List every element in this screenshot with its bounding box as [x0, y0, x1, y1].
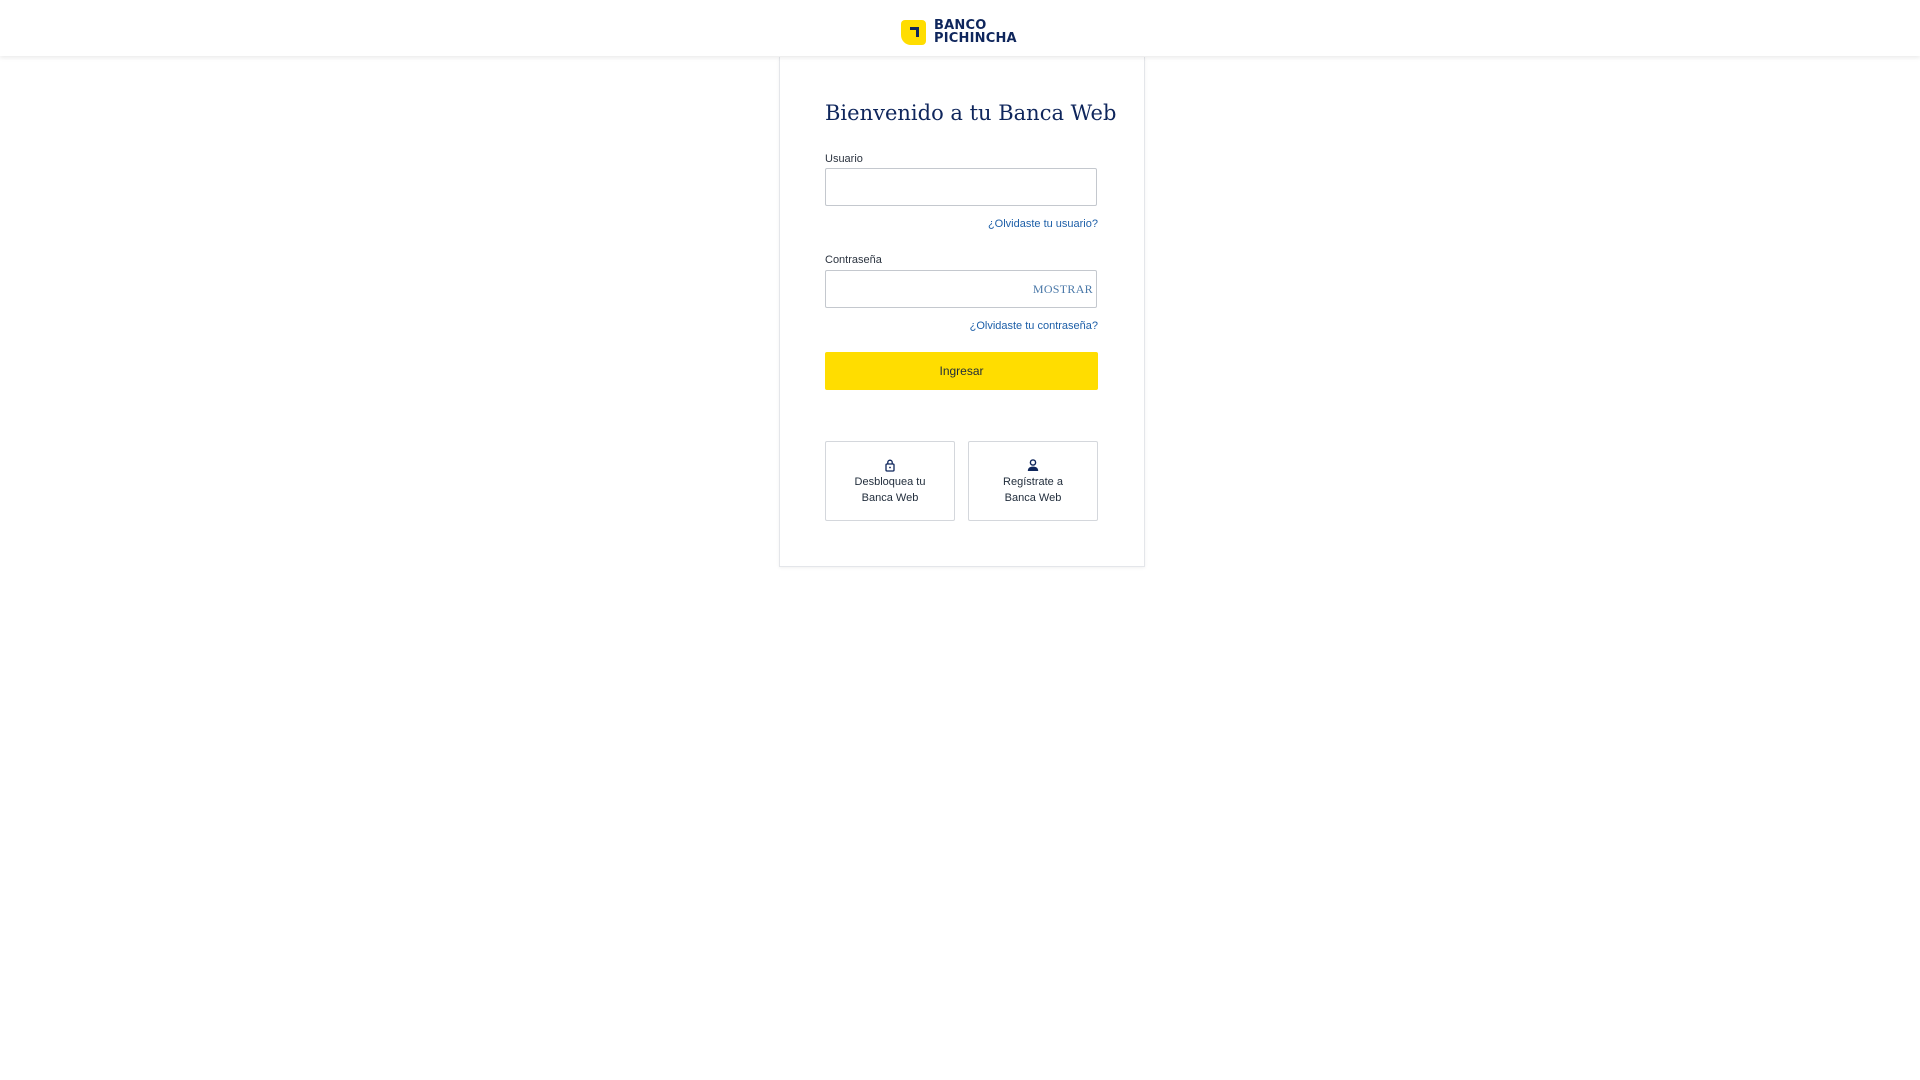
lock-icon — [885, 459, 895, 472]
forgot-password-link[interactable]: ¿Olvidaste tu contraseña? — [970, 320, 1098, 332]
forgot-username-link[interactable]: ¿Olvidaste tu usuario? — [988, 218, 1098, 230]
logo-wordmark: BANCO PICHINCHA — [934, 19, 1017, 45]
login-button[interactable]: Ingresar — [825, 352, 1098, 390]
top-header: BANCO PICHINCHA — [0, 0, 1920, 56]
password-label: Contraseña — [825, 254, 882, 266]
username-input[interactable] — [825, 168, 1097, 206]
login-card: Bienvenido a tu Banca Web Usuario ¿Olvid… — [779, 57, 1145, 567]
register-web-banking-button[interactable]: Regístrate a Banca Web — [968, 441, 1098, 521]
unlock-web-banking-button[interactable]: Desbloquea tu Banca Web — [825, 441, 955, 521]
logo-mark-icon — [901, 19, 926, 45]
show-password-button[interactable]: MOSTRAR — [1033, 282, 1093, 297]
logo-line-2: PICHINCHA — [934, 31, 1017, 46]
register-web-banking-label: Regístrate a Banca Web — [1003, 476, 1063, 504]
user-icon — [1027, 459, 1039, 471]
username-label: Usuario — [825, 153, 863, 165]
bank-logo[interactable]: BANCO PICHINCHA — [901, 19, 1017, 45]
unlock-web-banking-label: Desbloquea tu Banca Web — [854, 476, 926, 504]
page-title: Bienvenido a tu Banca Web — [825, 101, 1117, 125]
